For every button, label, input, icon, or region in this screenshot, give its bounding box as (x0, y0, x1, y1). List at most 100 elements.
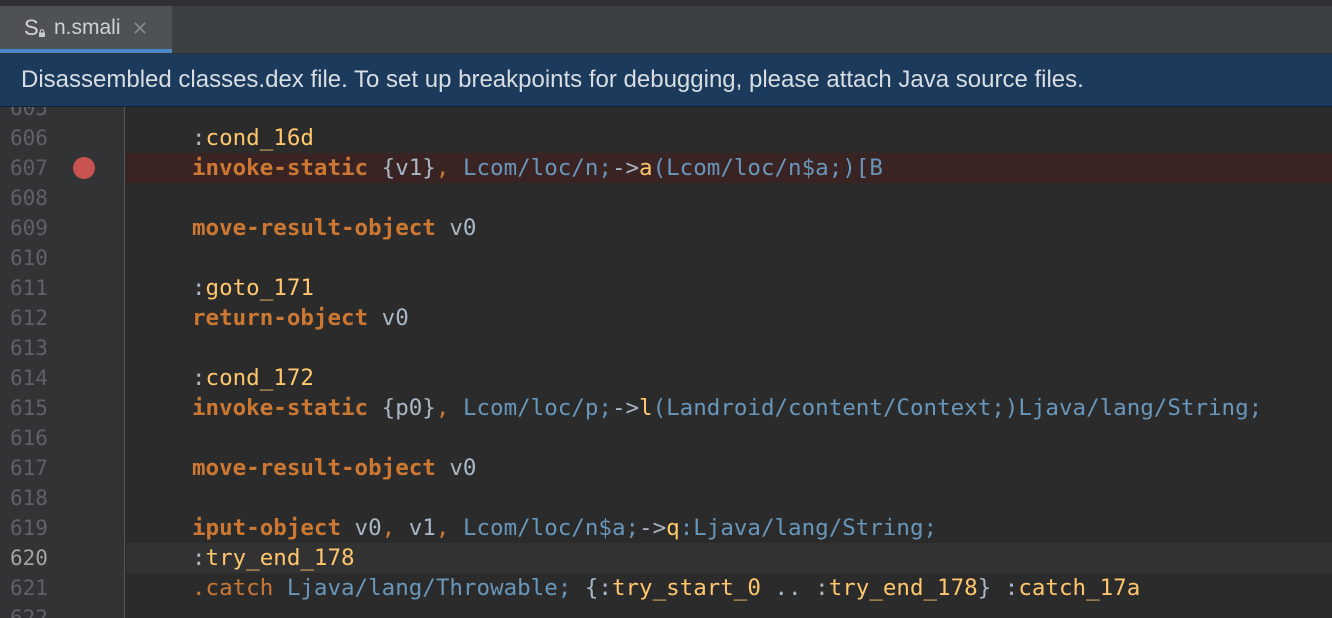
line-number: 620 (10, 546, 48, 570)
code-line[interactable]: 612 return-object v0 (0, 303, 1332, 333)
close-icon (133, 21, 146, 34)
code-token: invoke-static (192, 155, 369, 181)
line-number: 618 (10, 486, 48, 510)
code-token: l (639, 395, 653, 421)
code-text: return-object v0 (126, 303, 1332, 333)
line-number: 617 (10, 456, 48, 480)
code-token: iput-object (192, 515, 342, 541)
editor-tab-bar: S n.smali (0, 0, 1332, 54)
line-number: 616 (10, 426, 48, 450)
file-icon-letter: S (24, 14, 39, 40)
code-token: cond_16d (205, 125, 314, 151)
code-token: v0 (435, 455, 477, 481)
code-token: : (598, 575, 612, 601)
code-token: : (192, 365, 206, 391)
code-line[interactable]: 619 iput-object v0, v1, Lcom/loc/n$a;->q:… (0, 513, 1332, 543)
code-token: try_end_178 (205, 545, 355, 571)
lock-icon (39, 28, 45, 37)
code-token: .. (760, 575, 816, 601)
code-line[interactable]: 607 invoke-static {v1}, Lcom/loc/n;->a(Lc… (0, 153, 1332, 183)
code-token: invoke-static (192, 395, 369, 421)
code-token: Lcom/loc/p; (462, 395, 612, 421)
code-text: invoke-static {v1}, Lcom/loc/n;->a(Lcom/… (126, 153, 1332, 183)
code-token: move-result-object (192, 215, 436, 241)
code-text: move-result-object v0 (126, 453, 1332, 483)
code-text: :cond_172 (126, 363, 1332, 393)
code-line[interactable]: 610 (0, 243, 1332, 273)
code-token: -> (639, 515, 667, 541)
line-number: 608 (10, 186, 48, 210)
line-number: 605 (10, 107, 48, 120)
code-token: : (192, 275, 206, 301)
code-line[interactable]: 615 invoke-static {p0}, Lcom/loc/p;->l(La… (0, 393, 1332, 423)
line-number: 621 (10, 576, 48, 600)
code-token: try_end_178 (828, 575, 978, 601)
banner-text: Disassembled classes.dex file. To set up… (21, 66, 1084, 93)
tab-label: n.smali (54, 15, 121, 39)
code-token: q (666, 515, 680, 541)
code-editor[interactable]: 605 606:cond_16d 607 invoke-static {v1}, Lc… (0, 107, 1332, 618)
code-text: :goto_171 (126, 273, 1332, 303)
code-token: catch_17a (1018, 575, 1141, 601)
code-line[interactable]: 617 move-result-object v0 (0, 453, 1332, 483)
code-token: goto_171 (205, 275, 314, 301)
breakpoint-icon[interactable] (73, 157, 95, 179)
code-line[interactable]: 620 :try_end_178 (0, 543, 1332, 573)
code-token: v1 (408, 515, 436, 541)
code-token: , (435, 395, 463, 421)
code-token: v0 (435, 215, 477, 241)
code-token: Lcom/loc/n$a; (462, 515, 640, 541)
code-token: return-object (192, 305, 369, 331)
line-number: 610 (10, 246, 48, 270)
code-line[interactable]: 616 (0, 423, 1332, 453)
code-line[interactable]: 611:goto_171 (0, 273, 1332, 303)
code-line[interactable]: 613 (0, 333, 1332, 363)
code-token: Ljava/lang/Throwable; (273, 575, 572, 601)
code-token: : (815, 575, 829, 601)
code-line[interactable]: 622 (0, 603, 1332, 618)
code-line[interactable]: 618 (0, 483, 1332, 513)
code-text: move-result-object v0 (126, 213, 1332, 243)
code-text: :try_end_178 (126, 543, 1332, 573)
code-line[interactable]: 606:cond_16d (0, 123, 1332, 153)
code-line[interactable]: 614 :cond_172 (0, 363, 1332, 393)
line-number: 622 (10, 606, 48, 618)
tab-n-smali[interactable]: S n.smali (0, 6, 172, 53)
disassembly-notice-banner: Disassembled classes.dex file. To set up… (0, 54, 1332, 107)
line-number: 609 (10, 216, 48, 240)
line-number: 607 (10, 156, 48, 180)
code-token: , (435, 155, 463, 181)
code-token: : (1004, 575, 1019, 601)
line-number: 613 (10, 336, 48, 360)
code-token: -> (611, 155, 640, 181)
code-token: , (435, 515, 463, 541)
line-number: 612 (10, 306, 48, 330)
code-token: (Landroid/content/Context;)Ljava/lang/St… (652, 395, 1263, 421)
code-token: Lcom/loc/n; (462, 155, 612, 181)
code-line[interactable]: 609 move-result-object v0 (0, 213, 1332, 243)
code-token: {v1} (368, 155, 436, 181)
code-line[interactable]: 608 (0, 183, 1332, 213)
code-line[interactable]: 621 .catch Ljava/lang/Throwable; {:try_st… (0, 573, 1332, 603)
line-number: 619 (10, 516, 48, 540)
code-text: .catch Ljava/lang/Throwable; {:try_start… (126, 573, 1332, 603)
close-tab-button[interactable] (131, 19, 149, 37)
code-text: iput-object v0, v1, Lcom/loc/n$a;->q:Lja… (126, 513, 1332, 543)
code-lines: 605 606:cond_16d 607 invoke-static {v1}, Lc… (0, 107, 1332, 618)
code-token: (Lcom/loc/n$a;)[B (652, 155, 883, 181)
code-token: { (571, 575, 599, 601)
line-number: 614 (10, 366, 48, 390)
smali-file-icon: S (24, 14, 45, 41)
code-token: v0 (341, 515, 382, 541)
code-token: .catch (192, 575, 274, 601)
code-line[interactable]: 605 (0, 107, 1332, 123)
code-token: , (381, 515, 409, 541)
line-number: 611 (10, 276, 48, 300)
code-token: : (192, 125, 206, 151)
